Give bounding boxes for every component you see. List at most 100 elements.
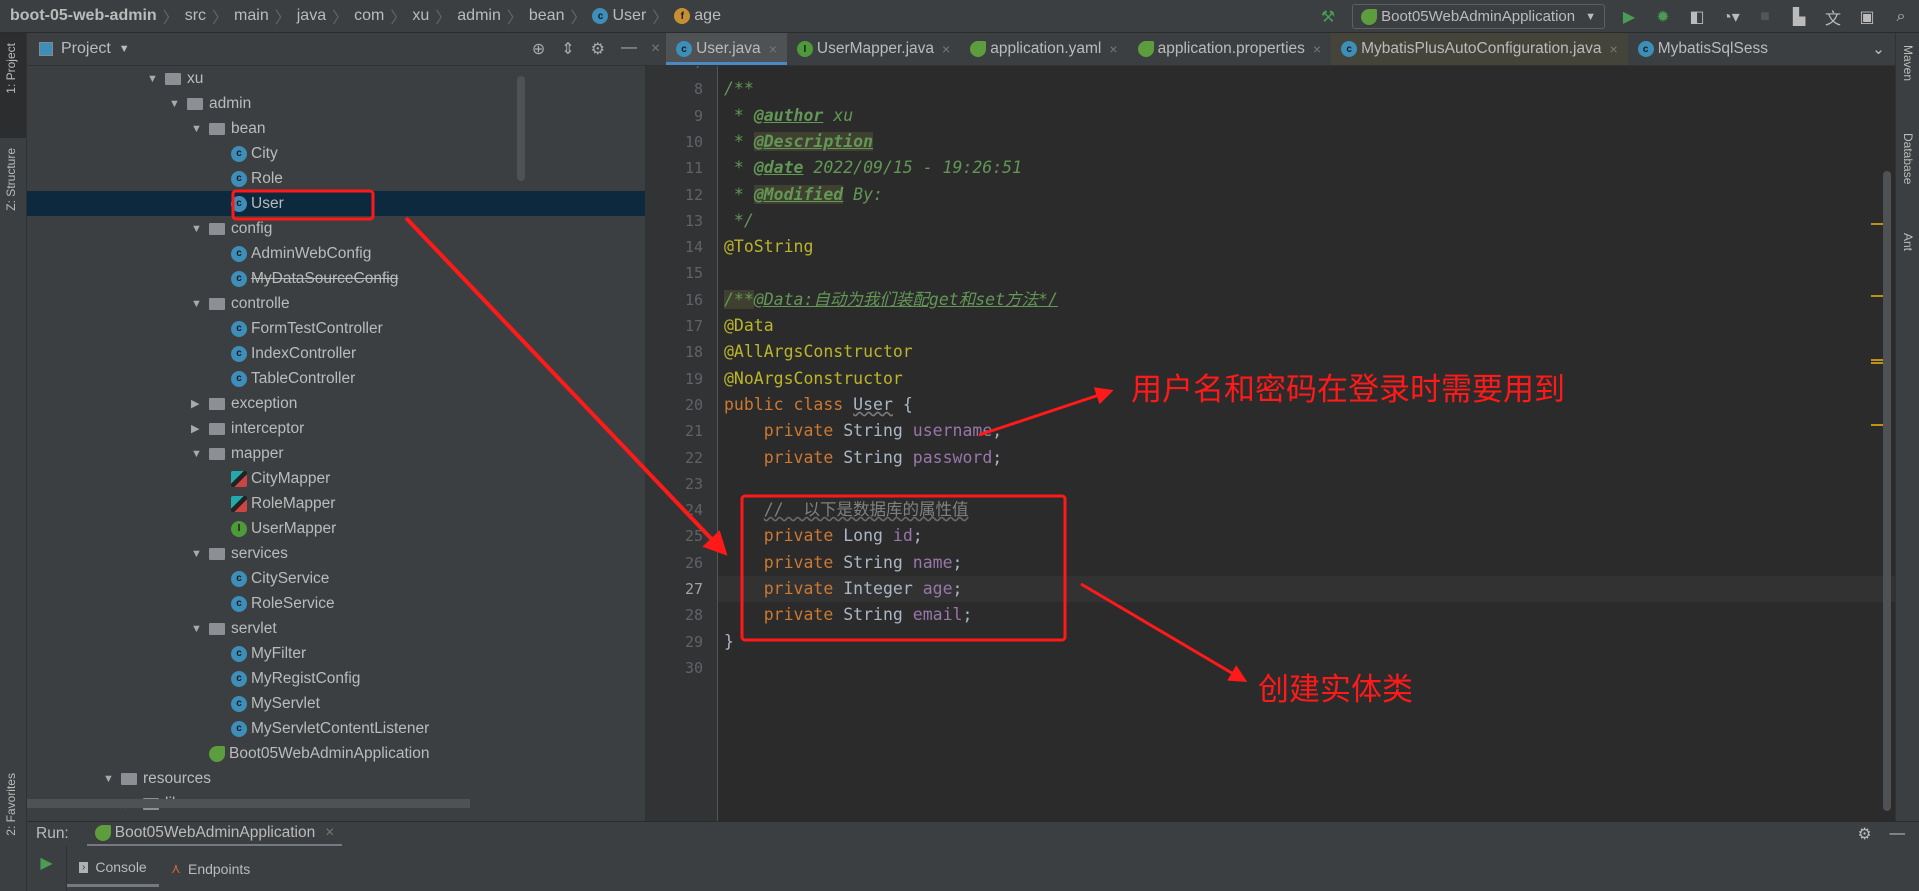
code-line[interactable]: * @Modified By: bbox=[724, 182, 883, 208]
translate-icon[interactable]: 文 bbox=[1823, 5, 1843, 29]
tree-item-services[interactable]: ▼ services bbox=[27, 541, 645, 566]
chevron-down-icon[interactable]: ▼ bbox=[119, 43, 130, 55]
tree-item-city[interactable]: c City bbox=[27, 141, 645, 166]
code-line[interactable]: * @date 2022/09/15 - 19:26:51 bbox=[724, 155, 1022, 181]
code-line[interactable]: private Long id; bbox=[724, 523, 923, 549]
endpoints-tab[interactable]: ⋏ Endpoints bbox=[159, 851, 263, 887]
tab-application-properties[interactable]: application.properties × bbox=[1128, 33, 1332, 65]
tree-item-myservlet[interactable]: c MyServlet bbox=[27, 691, 645, 716]
tree-item-citymapper[interactable]: CityMapper bbox=[27, 466, 645, 491]
tree-item-cityservice[interactable]: c CityService bbox=[27, 566, 645, 591]
expanded-arrow-icon[interactable]: ▼ bbox=[191, 548, 209, 560]
debug-icon[interactable]: ✹ bbox=[1653, 7, 1673, 27]
tab-usermapper-java[interactable]: I UserMapper.java × bbox=[787, 33, 960, 65]
run-icon[interactable]: ▶ bbox=[1619, 7, 1639, 27]
close-icon[interactable]: × bbox=[942, 41, 950, 57]
editor-scrollbar[interactable] bbox=[1883, 171, 1891, 811]
code-line[interactable]: /** bbox=[724, 76, 754, 102]
tree-item-role[interactable]: c Role bbox=[27, 166, 645, 191]
code-line[interactable]: * @author xu bbox=[724, 103, 853, 129]
code-line[interactable]: @NoArgsConstructor bbox=[724, 366, 903, 392]
breadcrumb-item[interactable]: java bbox=[297, 7, 326, 25]
tree-scrollbar[interactable] bbox=[517, 76, 525, 181]
tree-item-controlle[interactable]: ▼ controlle bbox=[27, 291, 645, 316]
tree-item-resources[interactable]: ▼ resources bbox=[27, 766, 645, 791]
tree-item-usermapper[interactable]: I UserMapper bbox=[27, 516, 645, 541]
breadcrumb-item[interactable]: main bbox=[234, 7, 269, 25]
tab-mybatissqlsess[interactable]: c MybatisSqlSess bbox=[1628, 33, 1778, 65]
code-line[interactable]: private String username; bbox=[724, 418, 1002, 444]
breadcrumb-item[interactable]: boot-05-web-admin bbox=[10, 7, 157, 25]
collapsed-arrow-icon[interactable]: ▶ bbox=[191, 422, 209, 435]
breadcrumb-item[interactable]: src bbox=[185, 7, 206, 25]
breadcrumb-item[interactable]: admin bbox=[457, 7, 501, 25]
tab-application-yaml[interactable]: application.yaml × bbox=[960, 33, 1127, 65]
tree-item-myservletcontentlistener[interactable]: c MyServletContentListener bbox=[27, 716, 645, 741]
tab-mybatisplusautoconfiguration-java[interactable]: c MybatisPlusAutoConfiguration.java × bbox=[1331, 33, 1628, 65]
code-line[interactable]: @ToString bbox=[724, 234, 813, 260]
tree-item-myfilter[interactable]: c MyFilter bbox=[27, 641, 645, 666]
expanded-arrow-icon[interactable]: ▼ bbox=[103, 773, 121, 785]
close-icon[interactable]: × bbox=[1313, 41, 1321, 57]
breadcrumb-item[interactable]: xu bbox=[412, 7, 429, 25]
code-line[interactable]: /**@Data:自动为我们装配get和set方法*/ bbox=[724, 287, 1058, 313]
collapse-all-icon[interactable]: ⇕ bbox=[561, 39, 574, 59]
tree-item-tablecontroller[interactable]: c TableController bbox=[27, 366, 645, 391]
locate-icon[interactable]: ⊕ bbox=[532, 39, 545, 59]
console-tab[interactable]: › Console bbox=[67, 851, 159, 887]
tree-item-mydatasourceconfig[interactable]: c MyDataSourceConfig bbox=[27, 266, 645, 291]
tree-horizontal-scrollbar[interactable] bbox=[27, 799, 470, 808]
expanded-arrow-icon[interactable]: ▼ bbox=[191, 623, 209, 635]
tree-item-user[interactable]: c User bbox=[27, 191, 645, 216]
profile-icon[interactable]: ◔▾ bbox=[1721, 7, 1741, 27]
breadcrumb-item[interactable]: com bbox=[354, 7, 384, 25]
code-line[interactable]: } bbox=[724, 629, 734, 655]
tab-user-java[interactable]: c User.java × bbox=[666, 33, 787, 65]
expanded-arrow-icon[interactable]: ▼ bbox=[191, 298, 209, 310]
expanded-arrow-icon[interactable]: ▼ bbox=[191, 123, 209, 135]
project-structure-icon[interactable]: ▙ bbox=[1789, 7, 1809, 27]
tree-item-xu[interactable]: ▼ xu bbox=[27, 66, 645, 91]
expanded-arrow-icon[interactable]: ▼ bbox=[169, 98, 187, 110]
tab-list-chevron-icon[interactable]: ⌄ bbox=[1862, 33, 1895, 65]
expanded-arrow-icon[interactable]: ▼ bbox=[191, 448, 209, 460]
code-line[interactable]: private String email; bbox=[724, 602, 973, 628]
database-tool-button[interactable]: Database bbox=[1901, 133, 1915, 184]
run-configuration-select[interactable]: Boot05WebAdminApplication ▼ bbox=[1352, 4, 1605, 29]
code-line[interactable]: private Integer age; bbox=[724, 576, 963, 602]
close-icon[interactable]: × bbox=[325, 824, 334, 842]
structure-tool-button[interactable]: Z: Structure bbox=[4, 148, 18, 211]
expanded-arrow-icon[interactable]: ▼ bbox=[191, 223, 209, 235]
tab-close-icon[interactable]: × bbox=[645, 33, 666, 65]
tree-item-myregistconfig[interactable]: c MyRegistConfig bbox=[27, 666, 645, 691]
tree-item-interceptor[interactable]: ▶ interceptor bbox=[27, 416, 645, 441]
expanded-arrow-icon[interactable]: ▼ bbox=[147, 73, 165, 85]
breadcrumb-item[interactable]: c User bbox=[592, 7, 646, 25]
breadcrumb-item[interactable]: bean bbox=[529, 7, 565, 25]
tree-item-indexcontroller[interactable]: c IndexController bbox=[27, 341, 645, 366]
tree-item-servlet[interactable]: ▼ servlet bbox=[27, 616, 645, 641]
code-line[interactable]: @AllArgsConstructor bbox=[724, 339, 913, 365]
minimize-icon[interactable]: — bbox=[1890, 825, 1906, 844]
tree-item-exception[interactable]: ▶ exception bbox=[27, 391, 645, 416]
search-icon[interactable]: ⌕ bbox=[1891, 8, 1911, 26]
maven-tool-button[interactable]: Maven bbox=[1901, 45, 1915, 81]
tree-item-mapper[interactable]: ▼ mapper bbox=[27, 441, 645, 466]
code-line[interactable]: @Data bbox=[724, 313, 774, 339]
tree-item-boot05webadminapplication[interactable]: Boot05WebAdminApplication bbox=[27, 741, 645, 766]
tree-item-rolemapper[interactable]: RoleMapper bbox=[27, 491, 645, 516]
close-icon[interactable]: × bbox=[1610, 41, 1618, 57]
hammer-icon[interactable]: ⚒ bbox=[1318, 7, 1338, 27]
favorites-tool-button[interactable]: 2: Favorites bbox=[4, 773, 18, 836]
breadcrumb-item[interactable]: f age bbox=[674, 7, 721, 25]
tree-item-adminwebconfig[interactable]: c AdminWebConfig bbox=[27, 241, 645, 266]
gear-icon[interactable]: ⚙ bbox=[1858, 825, 1872, 844]
run-tab[interactable]: Boot05WebAdminApplication × bbox=[86, 822, 343, 847]
minimize-icon[interactable]: — bbox=[621, 39, 637, 59]
collapsed-arrow-icon[interactable]: ▶ bbox=[191, 397, 209, 410]
tree-item-bean[interactable]: ▼ bean bbox=[27, 116, 645, 141]
rerun-icon[interactable]: ▶ bbox=[27, 846, 67, 891]
project-view-select[interactable]: Project bbox=[61, 40, 111, 58]
ant-tool-button[interactable]: Ant bbox=[1901, 233, 1915, 251]
close-icon[interactable]: × bbox=[769, 41, 777, 57]
